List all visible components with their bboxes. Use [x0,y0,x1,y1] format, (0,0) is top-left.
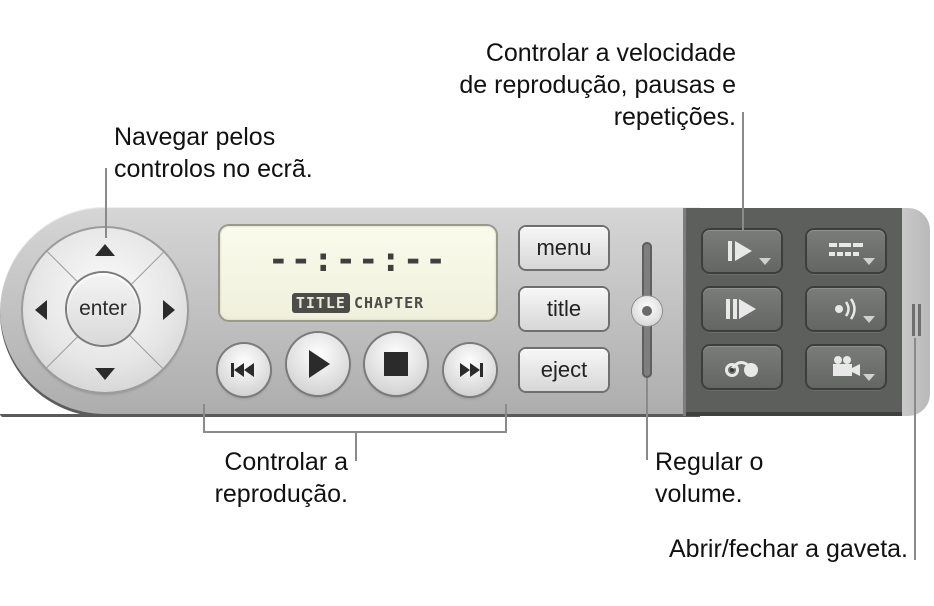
camera-angle-button[interactable] [807,346,885,388]
arrow-up-icon[interactable] [95,244,115,256]
return-icon [725,361,758,377]
audio-icon [835,298,856,320]
leader-line-navigate [105,168,107,238]
arrow-down-icon[interactable] [95,368,115,380]
callout-line: Controlar a [224,448,348,476]
callout-line: de reprodução, pausas e [459,71,736,99]
callout-line: controlos no ecrã. [114,155,313,183]
callout-line: volume. [655,480,743,508]
step-frame-button[interactable] [703,288,781,330]
navigation-dpad: enter [23,228,187,392]
slow-motion-icon [728,241,752,261]
camera-angle-icon [833,356,860,376]
step-frame-icon [726,299,756,319]
volume-knob[interactable] [632,296,662,326]
stop-icon [384,352,408,376]
callout-line: reprodução. [214,480,348,508]
callout-line: Navegar pelos [114,123,276,151]
chapter-tag[interactable]: CHAPTER [354,294,424,312]
skip-forward-icon [460,363,483,377]
callout-playback: Controlar a reprodução. [215,446,348,510]
play-icon [309,350,330,378]
subtitles-icon [829,243,863,256]
dropdown-arrow-icon [863,316,875,323]
dropdown-arrow-icon [863,258,875,265]
enter-button[interactable]: enter [67,273,139,345]
skip-back-icon [231,363,254,377]
menu-button[interactable]: menu [520,227,608,269]
lcd-display: --:--:-- TITLE CHAPTER [220,226,496,320]
title-button[interactable]: title [520,288,608,330]
stop-button[interactable] [365,333,427,395]
callout-line: Abrir/fechar a gaveta. [668,535,908,563]
leader-line-playback-right [505,404,507,432]
dropdown-arrow-icon [759,258,771,265]
eject-button[interactable]: eject [520,349,608,391]
callout-line: Controlar a velocidade [485,39,736,67]
callout-line: repetições. [613,103,736,131]
title-tag[interactable]: TITLE [291,293,350,313]
leader-line-playback-left [203,404,205,432]
leader-line-volume [646,378,648,460]
leader-line-speed [742,112,744,230]
callout-line: Regular o [655,448,764,476]
grip-line [912,304,915,336]
arrow-left-icon[interactable] [35,300,47,320]
controller-drawer [683,208,903,416]
lcd-mode-tags: TITLE CHAPTER [220,293,496,313]
grip-line [918,304,921,336]
previous-button[interactable] [218,344,270,396]
leader-line-playback-stem [355,431,357,461]
return-button[interactable] [703,346,781,388]
callout-volume: Regular o volume. [655,446,763,510]
callout-speed: Controlar a velocidade de reprodução, pa… [459,37,736,133]
next-button[interactable] [444,344,496,396]
audio-button[interactable] [807,288,885,330]
time-readout: --:--:-- [268,240,448,280]
callout-drawer: Abrir/fechar a gaveta. [669,533,908,565]
slow-motion-button[interactable] [703,230,781,272]
callout-navigate: Navegar pelos controlos no ecrã. [114,121,313,185]
leader-line-drawer [914,338,916,560]
subtitles-button[interactable] [807,230,885,272]
arrow-right-icon[interactable] [163,300,175,320]
drawer-handle[interactable] [902,208,930,416]
dropdown-arrow-icon [863,374,875,381]
play-button[interactable] [287,333,349,395]
